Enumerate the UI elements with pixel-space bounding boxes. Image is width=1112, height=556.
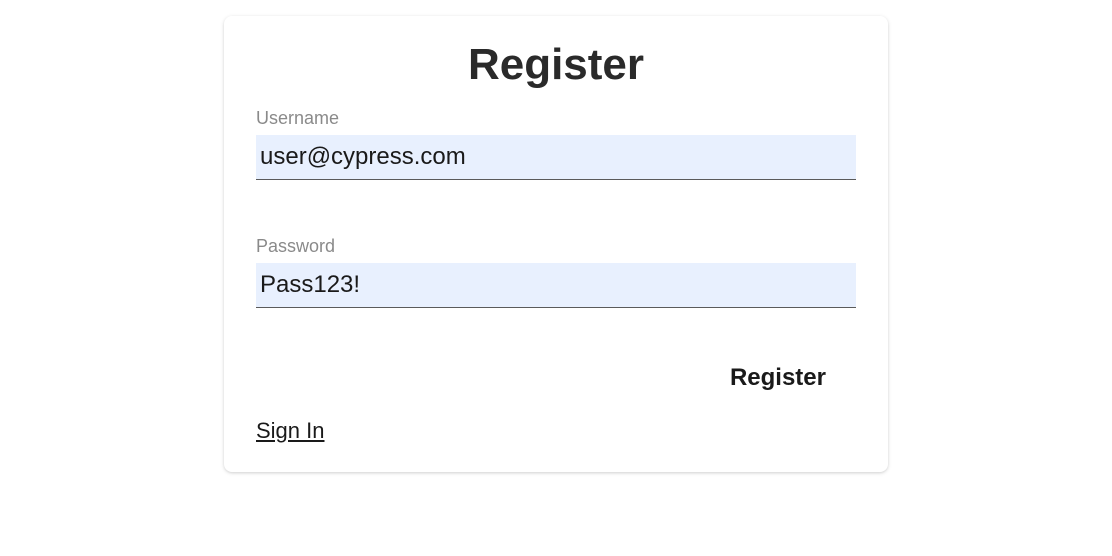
register-button[interactable]: Register xyxy=(730,364,826,392)
register-card: Register Username Password Register Sign… xyxy=(224,16,888,472)
password-field: Password xyxy=(256,236,856,308)
username-field: Username xyxy=(256,108,856,180)
username-input[interactable] xyxy=(256,135,856,180)
username-label: Username xyxy=(256,108,856,129)
sign-in-link[interactable]: Sign In xyxy=(256,418,325,444)
form-actions: Register xyxy=(256,364,856,392)
password-label: Password xyxy=(256,236,856,257)
password-input[interactable] xyxy=(256,263,856,308)
page-title: Register xyxy=(256,40,856,90)
